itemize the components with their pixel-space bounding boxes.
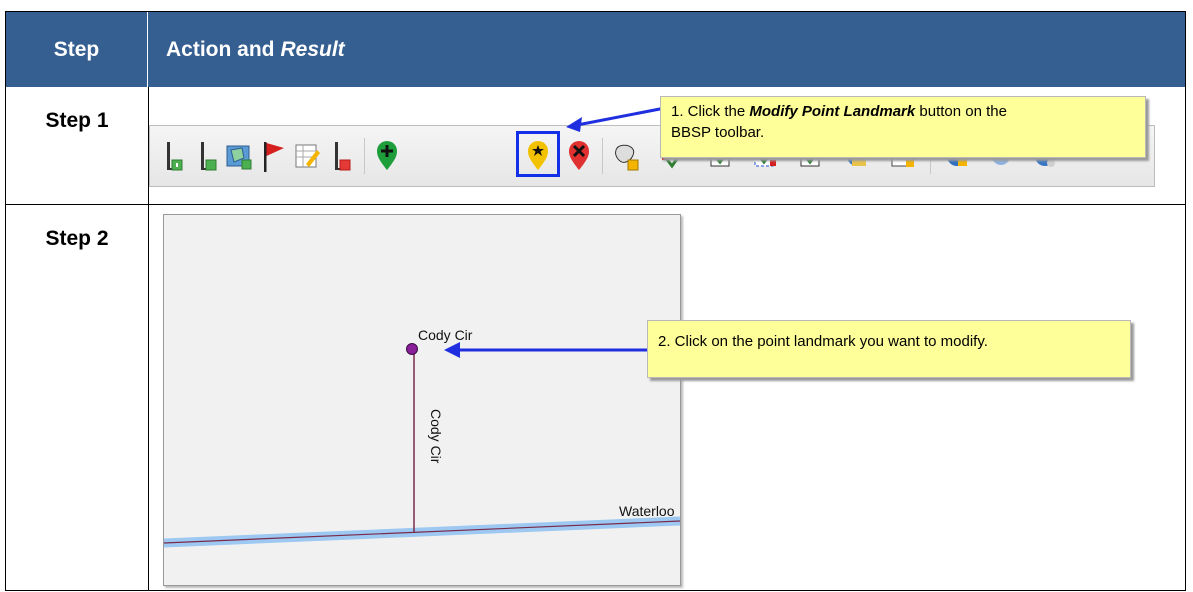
add-line-icon[interactable]: [158, 136, 188, 176]
map-vertical-label: Cody Cir: [428, 409, 444, 464]
callout-2-text: 2. Click on the point landmark you want …: [658, 333, 988, 350]
arrow-2: [444, 342, 668, 358]
add-point-landmark-icon[interactable]: [372, 136, 402, 176]
header-step: Step: [6, 12, 148, 87]
callout-1-bold: Modify Point Landmark: [749, 103, 916, 120]
red-flag-icon[interactable]: [258, 136, 288, 176]
modify-point-landmark-icon[interactable]: [523, 136, 553, 176]
edit-table-icon[interactable]: [292, 136, 322, 176]
map-canvas: [164, 343, 680, 548]
add-area-icon[interactable]: [224, 136, 254, 176]
map-view[interactable]: Cody Cir Cody Cir Waterloo: [163, 214, 681, 586]
toolbar-separator: [364, 138, 365, 174]
callout-step-1: 1. Click the Modify Point Landmark butto…: [660, 96, 1146, 158]
add-line-icon[interactable]: [192, 136, 222, 176]
callout-1-line2: BBSP toolbar.: [671, 124, 765, 141]
map-road-label: Waterloo: [619, 503, 675, 519]
header-action: Action and Result: [166, 12, 345, 87]
callout-step-2: 2. Click on the point landmark you want …: [647, 320, 1131, 378]
delete-line-icon[interactable]: [326, 136, 356, 176]
point-landmark[interactable]: [406, 343, 418, 355]
step-1-label: Step 1: [45, 109, 109, 132]
header-result-text: Result: [280, 37, 345, 61]
header-action-text: Action and: [166, 37, 275, 61]
callout-1-rest: button on the: [919, 103, 1007, 120]
callout-1-number: 1. Click the: [671, 103, 746, 120]
table-header: Step Action and Result: [6, 12, 1185, 87]
step-2-label: Step 2: [45, 227, 109, 250]
